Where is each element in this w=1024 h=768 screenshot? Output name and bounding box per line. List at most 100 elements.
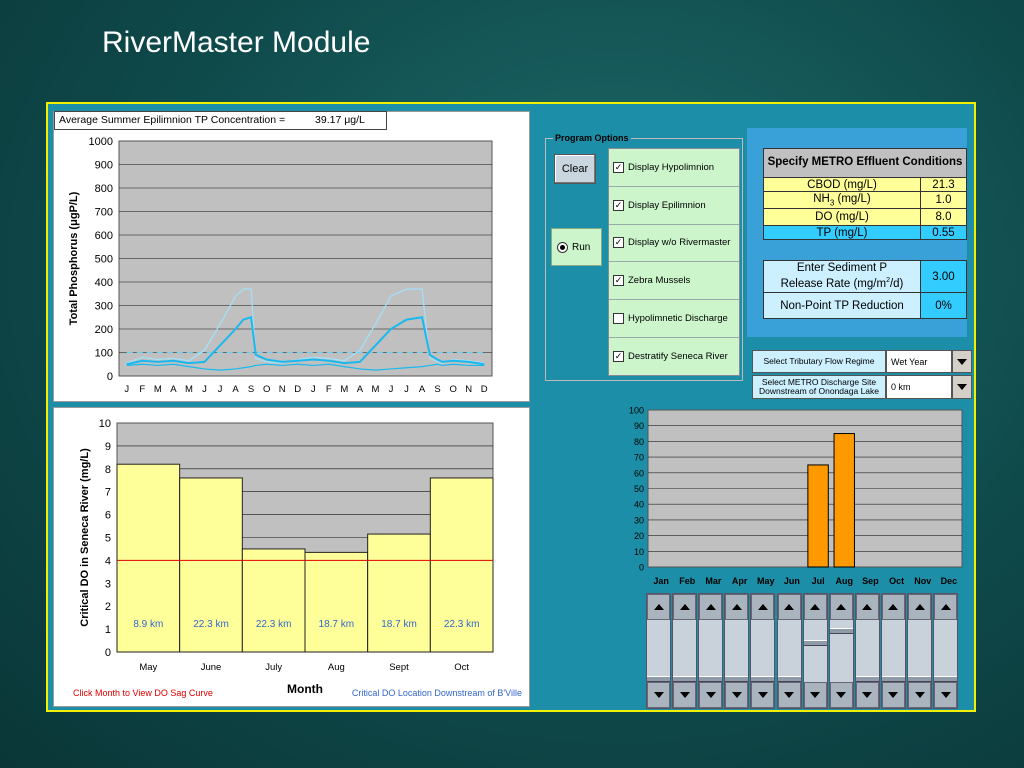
run-radio[interactable]: Run (551, 228, 602, 266)
option-label: Destratify Seneca River (628, 351, 728, 363)
option-row[interactable]: Hypolimnetic Discharge (609, 300, 739, 338)
tributary-dropdown-button[interactable] (952, 350, 972, 373)
slider-up-button[interactable] (673, 594, 697, 620)
do-y-tick: 1 (105, 624, 111, 636)
checkbox-checked-icon[interactable]: ✓ (613, 161, 624, 173)
do-y-tick: 6 (105, 510, 111, 522)
month-slider[interactable] (724, 593, 750, 709)
tp-x-tick: F (139, 384, 145, 395)
do-x-tick: May (139, 662, 157, 673)
month-x-tick: Apr (732, 576, 748, 586)
arrow-up-icon (653, 604, 664, 610)
tp-y-tick: 200 (95, 324, 113, 336)
slider-up-button[interactable] (803, 594, 827, 620)
slider-down-button[interactable] (855, 682, 879, 708)
do-y-tick: 8 (105, 464, 111, 476)
checkbox-checked-icon[interactable]: ✓ (613, 237, 624, 249)
month-slider[interactable] (750, 593, 776, 709)
slider-up-button[interactable] (699, 594, 723, 620)
slider-down-button[interactable] (803, 682, 827, 708)
slider-down-button[interactable] (699, 682, 723, 708)
slider-down-button[interactable] (881, 682, 905, 708)
month-slider[interactable] (907, 593, 932, 709)
slider-down-button[interactable] (829, 682, 853, 708)
slider-down-button[interactable] (934, 682, 958, 708)
do-bar-label: 22.3 km (193, 619, 229, 630)
option-row[interactable]: ✓ Destratify Seneca River (609, 338, 739, 376)
do-bar-label: 18.7 km (319, 619, 355, 630)
monthly-chart: 1009080706050403020100Jan Feb Mar Apr May Jun… (610, 403, 970, 591)
month-slider[interactable] (776, 593, 802, 709)
do-y-tick: 4 (105, 555, 111, 567)
arrow-up-icon (757, 604, 768, 610)
slider-up-button[interactable] (777, 594, 801, 620)
month-slider[interactable] (828, 593, 854, 709)
month-slider[interactable] (646, 593, 671, 709)
slider-up-button[interactable] (881, 594, 905, 620)
slider-up-button[interactable] (751, 594, 775, 620)
arrow-up-icon (679, 604, 690, 610)
nonpoint-input[interactable]: 0% (920, 292, 967, 319)
metro-do-input[interactable]: 8.0 (920, 208, 967, 226)
slider-down-button[interactable] (647, 682, 670, 708)
slider-up-button[interactable] (725, 594, 749, 620)
checkbox-unchecked-icon[interactable] (613, 313, 624, 325)
month-slider[interactable] (802, 593, 828, 709)
slider-down-button[interactable] (673, 682, 697, 708)
slider-up-button[interactable] (934, 594, 958, 620)
month-slider[interactable] (880, 593, 906, 709)
tp-x-tick: S (248, 384, 254, 395)
checkbox-checked-icon[interactable]: ✓ (613, 351, 624, 363)
checkbox-checked-icon[interactable]: ✓ (613, 199, 624, 211)
slider-down-button[interactable] (751, 682, 775, 708)
month-slider[interactable] (698, 593, 724, 709)
tp-y-tick: 800 (95, 183, 113, 195)
slider-down-button[interactable] (777, 682, 801, 708)
checkbox-checked-icon[interactable]: ✓ (613, 275, 624, 287)
do-y-tick: 5 (105, 533, 111, 545)
month-y-tick: 10 (634, 547, 644, 557)
arrow-up-icon (940, 604, 951, 610)
metro-cbod-input[interactable]: 21.3 (920, 177, 967, 192)
option-row[interactable]: ✓ Zebra Mussels (609, 262, 739, 301)
month-x-tick: Sep (862, 576, 879, 586)
arrow-down-icon (705, 692, 716, 698)
slider-down-button[interactable] (725, 682, 749, 708)
do-y-axis-label: Critical DO in Seneca River (mg/L) (79, 448, 91, 627)
do-bar-label: 8.9 km (133, 619, 163, 630)
slider-up-button[interactable] (855, 594, 879, 620)
slider-up-button[interactable] (829, 594, 853, 620)
slider-thumb[interactable] (829, 628, 853, 635)
option-row[interactable]: ✓ Display Hypolimnion (609, 149, 739, 187)
slider-up-button[interactable] (908, 594, 931, 620)
month-slider[interactable] (854, 593, 880, 709)
month-slider[interactable] (672, 593, 698, 709)
slider-up-button[interactable] (647, 594, 670, 620)
tp-x-tick: D (481, 384, 488, 395)
metro-tp-input[interactable]: 0.55 (920, 225, 967, 240)
tributary-flow-select[interactable]: Wet Year (886, 350, 952, 373)
metro-do-label: DO (mg/L) (763, 208, 921, 226)
sediment-rate-input[interactable]: 3.00 (920, 260, 967, 293)
arrow-down-icon (940, 692, 951, 698)
option-row[interactable]: ✓ Display w/o Rivermaster (609, 225, 739, 263)
option-row[interactable]: ✓ Display Epilimnion (609, 187, 739, 225)
clear-button[interactable]: Clear (554, 154, 596, 184)
program-options-legend: Program Options (553, 133, 631, 143)
slider-down-button[interactable] (908, 682, 931, 708)
tp-y-tick: 600 (95, 230, 113, 242)
tributary-flow-label: Select Tributary Flow Regime (752, 350, 886, 373)
slider-thumb[interactable] (803, 639, 827, 646)
discharge-site-select[interactable]: 0 km (886, 375, 952, 399)
do-sag-curve-link[interactable]: Click Month to View DO Sag Curve (73, 688, 213, 698)
do-bar-label: 22.3 km (256, 619, 292, 630)
do-y-tick: 0 (105, 647, 111, 659)
tp-summary-box: Average Summer Epilimnion TP Concentrati… (54, 111, 387, 130)
month-y-tick: 50 (634, 484, 644, 494)
sediment-label: Enter Sediment P Release Rate (mg/m2/d) (763, 260, 921, 293)
month-slider[interactable] (933, 593, 959, 709)
metro-nh3-input[interactable]: 1.0 (920, 191, 967, 209)
do-x-tick: Oct (454, 662, 469, 673)
discharge-dropdown-button[interactable] (952, 375, 972, 399)
tp-x-tick: A (232, 384, 239, 395)
